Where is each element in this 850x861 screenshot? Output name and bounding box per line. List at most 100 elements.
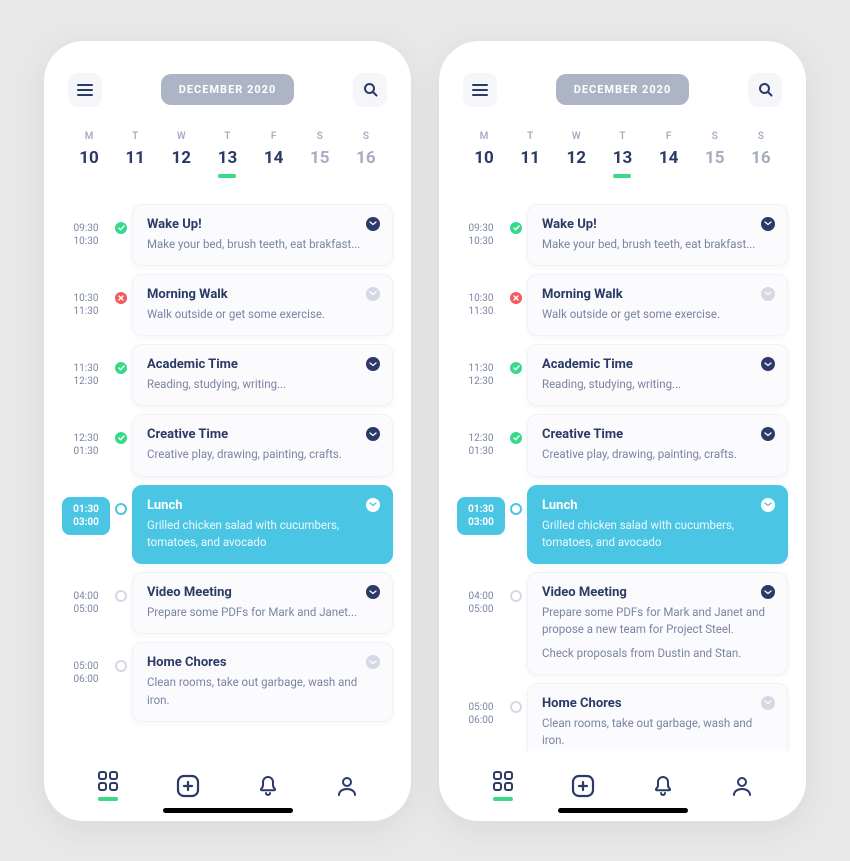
event-card[interactable]: Video MeetingPrepare some PDFs for Mark … (527, 572, 788, 675)
day-number: 12 (567, 148, 587, 168)
user-icon (336, 775, 358, 797)
chevron-down-icon[interactable] (366, 357, 380, 371)
event-card[interactable]: Morning Walk Walk outside or get some exe… (527, 274, 788, 336)
menu-button[interactable] (463, 73, 497, 107)
day-of-week-label: F (666, 131, 672, 142)
chevron-down-icon[interactable] (761, 498, 775, 512)
event-card[interactable]: LunchGrilled chicken salad with cucumber… (527, 485, 788, 565)
nav-home[interactable] (492, 770, 514, 801)
time-start: 09:30 (66, 222, 106, 235)
event-description: Reading, studying, writing... (147, 376, 378, 393)
chevron-down-icon[interactable] (761, 357, 775, 371)
bell-icon (652, 775, 674, 797)
time-column: 12:3001:30 (62, 414, 110, 464)
search-icon (363, 82, 378, 97)
day-13[interactable]: T13 (206, 131, 248, 178)
event-card[interactable]: Wake Up!Make your bed, brush teeth, eat … (132, 204, 393, 266)
event-title: Video Meeting (147, 585, 378, 600)
event-card[interactable]: Home Chores Clean rooms, take out garbage… (527, 683, 788, 751)
nav-notifications[interactable] (257, 775, 279, 797)
day-of-week-label: T (619, 131, 625, 142)
event-description: Clean rooms, take out garbage, wash and … (542, 715, 773, 750)
event-list[interactable]: 09:3010:30Wake Up!Make your bed, brush t… (439, 196, 806, 751)
event-card[interactable]: Creative TimeCreative play, drawing, pai… (527, 414, 788, 476)
nav-profile[interactable] (336, 775, 358, 797)
event-card[interactable]: Morning WalkWalk outside or get some exe… (132, 274, 393, 336)
day-number: 11 (125, 148, 145, 168)
time-start: 04:00 (66, 590, 106, 603)
event-description: Clean rooms, take out garbage, wash and … (147, 674, 378, 709)
day-14[interactable]: F14 (648, 131, 690, 178)
menu-icon (77, 84, 93, 96)
chevron-down-icon[interactable] (761, 696, 775, 710)
time-start: 01:30 (461, 503, 501, 516)
chevron-down-icon[interactable] (366, 287, 380, 301)
time-start: 10:30 (461, 292, 501, 305)
event-description: Walk outside or get some exercise. (542, 306, 773, 323)
nav-add[interactable] (571, 774, 595, 798)
month-selector[interactable]: DECEMBER 2020 (161, 74, 295, 105)
time-end: 06:00 (461, 714, 501, 727)
day-13[interactable]: T13 (601, 131, 643, 178)
time-column: 04:0005:00 (457, 572, 505, 622)
event-row: 04:0005:00 Video MeetingPrepare some PDFs… (457, 572, 788, 675)
time-end: 12:30 (66, 375, 106, 388)
chevron-down-icon[interactable] (761, 287, 775, 301)
status-column (110, 485, 132, 515)
status-dot-done (510, 362, 522, 374)
chevron-down-icon[interactable] (366, 585, 380, 599)
chevron-down-icon[interactable] (366, 498, 380, 512)
event-card[interactable]: Academic TimeReading, studying, writing.… (527, 344, 788, 406)
day-10[interactable]: M10 (68, 131, 110, 178)
day-11[interactable]: T11 (509, 131, 551, 178)
time-start: 04:00 (461, 590, 501, 603)
event-title: Home Chores (147, 655, 378, 670)
day-16[interactable]: S16 (345, 131, 387, 178)
event-card[interactable]: Wake Up!Make your bed, brush teeth, eat … (527, 204, 788, 266)
event-title: Morning Walk (542, 287, 773, 302)
event-title: Wake Up! (542, 217, 773, 232)
day-of-week-label: M (85, 131, 94, 142)
day-16[interactable]: S16 (740, 131, 782, 178)
event-row: 10:3011:30Morning WalkWalk outside or ge… (457, 274, 788, 336)
event-card[interactable]: LunchGrilled chicken salad with cucumber… (132, 485, 393, 565)
event-row: 09:3010:30Wake Up!Make your bed, brush t… (62, 204, 393, 266)
event-card[interactable]: Creative TimeCreative play, drawing, pai… (132, 414, 393, 476)
event-row: 04:0005:00Video MeetingPrepare some PDFs… (62, 572, 393, 634)
event-title: Home Chores (542, 696, 773, 711)
day-12[interactable]: W12 (555, 131, 597, 178)
day-14[interactable]: F14 (253, 131, 295, 178)
day-number: 10 (474, 148, 494, 168)
menu-button[interactable] (68, 73, 102, 107)
chevron-down-icon[interactable] (761, 217, 775, 231)
day-15[interactable]: S15 (694, 131, 736, 178)
day-11[interactable]: T11 (114, 131, 156, 178)
search-button[interactable] (748, 73, 782, 107)
status-column (110, 572, 132, 602)
day-12[interactable]: W12 (160, 131, 202, 178)
chevron-down-icon[interactable] (366, 217, 380, 231)
event-list[interactable]: 09:3010:30Wake Up!Make your bed, brush t… (44, 196, 411, 751)
day-number: 16 (356, 148, 376, 168)
time-column: 05:0006:00 (62, 642, 110, 692)
time-chip: 05:0006:00 (457, 695, 505, 733)
month-selector[interactable]: DECEMBER 2020 (556, 74, 690, 105)
day-15[interactable]: S15 (299, 131, 341, 178)
search-button[interactable] (353, 73, 387, 107)
event-card[interactable]: Home Chores Clean rooms, take out garbage… (132, 642, 393, 722)
day-10[interactable]: M10 (463, 131, 505, 178)
nav-notifications[interactable] (652, 775, 674, 797)
status-dot-ring (510, 503, 522, 515)
time-column: 12:3001:30 (457, 414, 505, 464)
status-dot-empty (115, 660, 127, 672)
nav-add[interactable] (176, 774, 200, 798)
nav-profile[interactable] (731, 775, 753, 797)
event-row: 11:3012:30Academic TimeReading, studying… (62, 344, 393, 406)
nav-home[interactable] (97, 770, 119, 801)
event-card[interactable]: Academic TimeReading, studying, writing.… (132, 344, 393, 406)
selected-day-indicator (613, 174, 631, 178)
chevron-down-icon[interactable] (761, 585, 775, 599)
time-chip: 10:3011:30 (62, 286, 110, 324)
event-card[interactable]: Video MeetingPrepare some PDFs for Mark … (132, 572, 393, 634)
status-column (110, 344, 132, 374)
